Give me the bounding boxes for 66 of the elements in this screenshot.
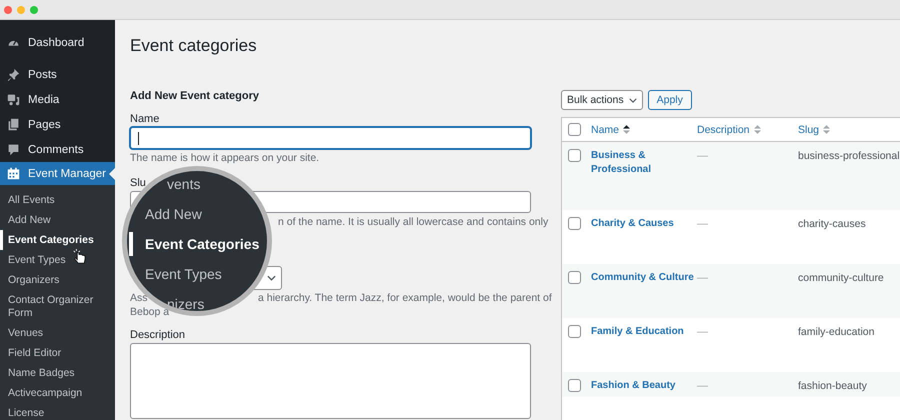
media-icon	[7, 93, 20, 106]
category-link[interactable]: Fashion & Beauty	[591, 379, 676, 393]
checkbox[interactable]	[568, 217, 581, 230]
checkbox[interactable]	[568, 325, 581, 338]
checkbox[interactable]	[568, 149, 581, 162]
chevron-down-icon	[628, 98, 637, 102]
page-title: Event categories	[130, 35, 258, 57]
menu-item[interactable]: Pages	[0, 112, 115, 137]
column-header[interactable]: Slug	[798, 122, 900, 136]
field-hint: Ass	[130, 291, 148, 305]
checkbox[interactable]	[568, 379, 581, 392]
table-cell: —	[697, 150, 708, 162]
minimize-dot[interactable]	[17, 6, 25, 14]
pin-icon	[7, 68, 20, 81]
category-link[interactable]: Charity & Causes	[591, 217, 674, 231]
field-label: Slu	[130, 176, 146, 190]
name-field[interactable]	[130, 127, 531, 149]
submenu-item[interactable]: Activecampaign	[0, 383, 115, 403]
table-cell: —	[697, 272, 708, 284]
submenu-item[interactable]: Field Editor	[0, 343, 115, 363]
menu-item[interactable]: Event Manager	[0, 162, 115, 185]
submenu-item[interactable]: License	[0, 403, 115, 420]
submenu-item[interactable]: Name Badges	[0, 363, 115, 383]
field-hint: n of the name. It is usually all lowercase and contains only	[278, 215, 548, 229]
table-cell: community-culture	[798, 272, 884, 284]
field-hint: Bebop a	[130, 306, 170, 319]
column-header[interactable]: Description	[697, 122, 798, 136]
table-cell: —	[697, 326, 708, 338]
table-cell: fashion-beauty	[798, 380, 867, 392]
calendar-icon	[7, 167, 20, 180]
description-field[interactable]	[130, 343, 531, 419]
table-cell: business-professional	[798, 150, 900, 162]
menu-item[interactable]: Media	[0, 87, 115, 112]
field-hint: The name is how it appears on your site.	[130, 151, 320, 165]
maximize-dot[interactable]	[30, 6, 38, 14]
pointing-hand-icon	[72, 248, 86, 266]
apply-button[interactable]: Apply	[648, 90, 692, 110]
submenu-item[interactable]: Organizers	[0, 270, 115, 290]
table-cell: family-education	[798, 326, 874, 338]
chevron-down-icon	[267, 275, 276, 281]
table-cell: charity-causes	[798, 218, 866, 230]
table-cell: —	[697, 380, 708, 392]
table-cell: —	[697, 218, 708, 230]
field-label: Description	[130, 328, 186, 342]
field-hint: a hierarchy. The term Jazz, for example, would be the parent of	[258, 291, 552, 305]
submenu-item[interactable]: Event Types	[0, 250, 115, 270]
menu-item[interactable]: Dashboard	[0, 30, 115, 55]
pages-icon	[7, 118, 20, 131]
submenu-item[interactable]: All Events	[0, 190, 115, 210]
speech-bubble-icon	[7, 143, 20, 156]
submenu-item[interactable]: Contact Organizer Form	[0, 290, 115, 323]
column-header[interactable]: Name	[591, 122, 697, 136]
form-heading: Add New Event category	[130, 89, 260, 103]
field-label: Name	[130, 112, 160, 126]
close-dot[interactable]	[4, 6, 12, 14]
menu-item[interactable]: Comments	[0, 137, 115, 162]
submenu-item[interactable]: Event Categories	[0, 230, 115, 250]
bulk-actions-select[interactable]: Bulk actions	[561, 90, 643, 110]
submenu-item[interactable]: Add New	[0, 210, 115, 230]
checkbox[interactable]	[568, 271, 581, 284]
menu-item[interactable]: Posts	[0, 62, 115, 87]
category-link[interactable]: Business & Professional	[591, 149, 695, 177]
submenu-item[interactable]: Venues	[0, 323, 115, 343]
category-link[interactable]: Family & Education	[591, 325, 684, 339]
category-link[interactable]: Community & Culture	[591, 271, 694, 285]
checkbox[interactable]	[568, 123, 581, 136]
